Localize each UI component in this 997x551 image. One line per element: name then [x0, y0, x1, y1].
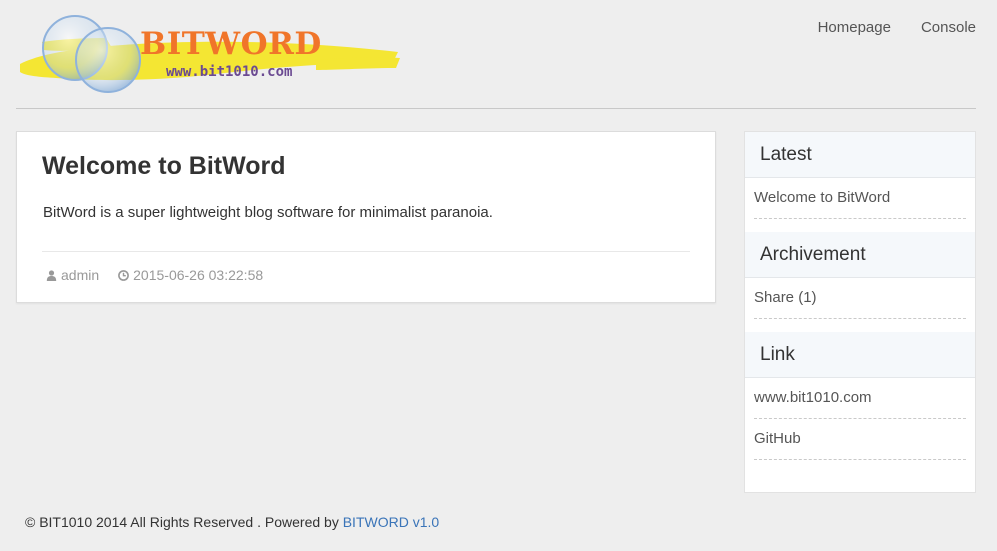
link-item-github[interactable]: GitHub: [754, 419, 966, 460]
top-nav: Homepage Console: [818, 19, 976, 36]
logo-url-text: www.bit1010.com: [166, 64, 293, 80]
archive-list: Share (1): [745, 278, 975, 319]
footer: © BIT1010 2014 All Rights Reserved . Pow…: [25, 514, 439, 530]
post-card: Welcome to BitWord BitWord is a super li…: [16, 131, 716, 303]
logo-title: BITWORD: [140, 26, 322, 62]
post-divider: [42, 251, 690, 252]
archive-heading: Archivement: [745, 232, 975, 278]
header-divider: [16, 108, 976, 109]
latest-heading: Latest: [745, 132, 975, 178]
post-excerpt: BitWord is a super lightweight blog soft…: [43, 204, 493, 221]
post-title[interactable]: Welcome to BitWord: [42, 152, 286, 181]
post-author-name: admin: [61, 267, 100, 283]
post-date-text: 2015-06-26 03:22:58: [133, 267, 264, 283]
post-author: admin: [46, 267, 99, 283]
nav-homepage-link[interactable]: Homepage: [818, 19, 891, 36]
footer-bitword-link[interactable]: BITWORD v1.0: [343, 514, 439, 530]
site-logo[interactable]: BITWORD www.bit1010.com: [16, 12, 401, 98]
link-heading: Link: [745, 332, 975, 378]
link-list: www.bit1010.com GitHub: [745, 378, 975, 460]
latest-item[interactable]: Welcome to BitWord: [754, 178, 966, 219]
link-item-bit1010[interactable]: www.bit1010.com: [754, 378, 966, 419]
sidebar: Latest Welcome to BitWord Archivement Sh…: [744, 131, 976, 493]
page: BITWORD www.bit1010.com Homepage Console…: [0, 0, 997, 551]
latest-list: Welcome to BitWord: [745, 178, 975, 219]
user-icon: [46, 269, 57, 281]
clock-icon: [118, 269, 130, 281]
footer-copyright: © BIT1010 2014 All Rights Reserved . Pow…: [25, 514, 343, 530]
nav-console-link[interactable]: Console: [921, 19, 976, 36]
post-date: 2015-06-26 03:22:58: [118, 267, 263, 283]
post-meta: admin 2015-06-26 03:22:58: [46, 267, 263, 283]
archive-item[interactable]: Share (1): [754, 278, 966, 319]
